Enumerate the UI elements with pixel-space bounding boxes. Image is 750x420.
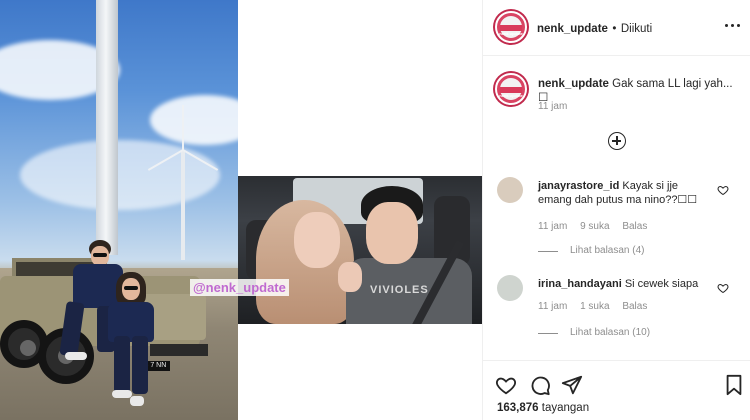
bookmark-icon[interactable]	[723, 374, 745, 396]
view-count-label: tayangan	[541, 402, 590, 414]
comments-panel[interactable]: nenk update nenk_update Gak sama LL lagi…	[483, 57, 750, 360]
post-actions-bar: 163,876 tayangan	[483, 360, 750, 420]
reply-divider	[538, 333, 558, 334]
caption: nenk_update Gak sama LL lagi yah... ☐	[538, 77, 738, 105]
wind-turbine-tower	[96, 0, 118, 255]
watermark-handle: @nenk_update	[190, 279, 289, 296]
like-comment-icon[interactable]	[717, 282, 729, 294]
comment-item: irina_handayani Si cewek siapa 11 jam 1 …	[497, 275, 743, 355]
commenter-username[interactable]: irina_handayani	[538, 278, 622, 290]
view-count[interactable]: 163,876 tayangan	[497, 402, 589, 414]
jeep-bumper	[150, 344, 208, 356]
turbine-blade	[182, 105, 184, 150]
wind-turbine-small	[181, 150, 185, 260]
comment-time: 11 jam	[538, 301, 568, 312]
caption-time: 11 jam	[538, 101, 568, 112]
commenter-username[interactable]: janayrastore_id	[538, 180, 619, 192]
author-avatar[interactable]: nenk update	[495, 73, 527, 105]
comment-body: janayrastore_id Kayak si jje emang dah p…	[538, 179, 714, 207]
post-header: nenk update nenk_update • Diikuti	[483, 0, 750, 56]
comment-item: janayrastore_id Kayak si jje emang dah p…	[497, 177, 743, 257]
comment-time: 11 jam	[538, 221, 568, 232]
shirt-print: VIVIOLES	[370, 284, 429, 296]
view-replies-link[interactable]: Lihat balasan (10)	[570, 327, 650, 338]
photo-couple-car: VIVIOLES	[238, 176, 482, 324]
author-username[interactable]: nenk_update	[537, 23, 608, 35]
woman-face	[294, 212, 340, 268]
share-icon[interactable]	[561, 374, 583, 396]
commenter-avatar[interactable]	[497, 177, 523, 203]
like-comment-icon[interactable]	[717, 184, 729, 196]
cloud-shape	[20, 140, 220, 210]
more-options-icon[interactable]	[725, 19, 743, 33]
man-face	[366, 202, 418, 264]
cloud-shape	[150, 95, 238, 145]
post-media[interactable]: B 7 NN VIVIOLES @nenk_update	[0, 0, 482, 420]
comment-reply-button[interactable]: Balas	[622, 301, 647, 312]
comment-body: irina_handayani Si cewek siapa	[538, 277, 714, 291]
heart-icon[interactable]	[495, 374, 517, 396]
comment-reply-button[interactable]: Balas	[622, 221, 647, 232]
commenter-avatar[interactable]	[497, 275, 523, 301]
post-sidebar: nenk update nenk_update • Diikuti nenk u…	[482, 0, 750, 420]
follow-status[interactable]: Diikuti	[621, 23, 652, 35]
comment-likes[interactable]: 1 suka	[580, 301, 609, 312]
reply-divider	[538, 251, 558, 252]
view-replies-link[interactable]: Lihat balasan (4)	[570, 245, 645, 256]
load-more-comments-icon[interactable]	[608, 132, 626, 150]
photo-couple-jeep: B 7 NN	[0, 0, 238, 420]
hand-holding-phone	[338, 262, 362, 292]
author-line: nenk_update • Diikuti	[537, 19, 652, 37]
comment-likes[interactable]: 9 suka	[580, 221, 609, 232]
follow-separator: •	[612, 23, 617, 35]
comment-meta: 11 jam 1 suka Balas	[538, 301, 657, 312]
comment-text: Si cewek siapa	[624, 278, 699, 290]
comment-icon[interactable]	[529, 374, 551, 396]
caption-username[interactable]: nenk_update	[538, 78, 609, 90]
comment-meta: 11 jam 9 suka Balas	[538, 221, 657, 232]
view-count-number: 163,876	[497, 402, 539, 414]
author-avatar[interactable]: nenk update	[495, 11, 527, 43]
